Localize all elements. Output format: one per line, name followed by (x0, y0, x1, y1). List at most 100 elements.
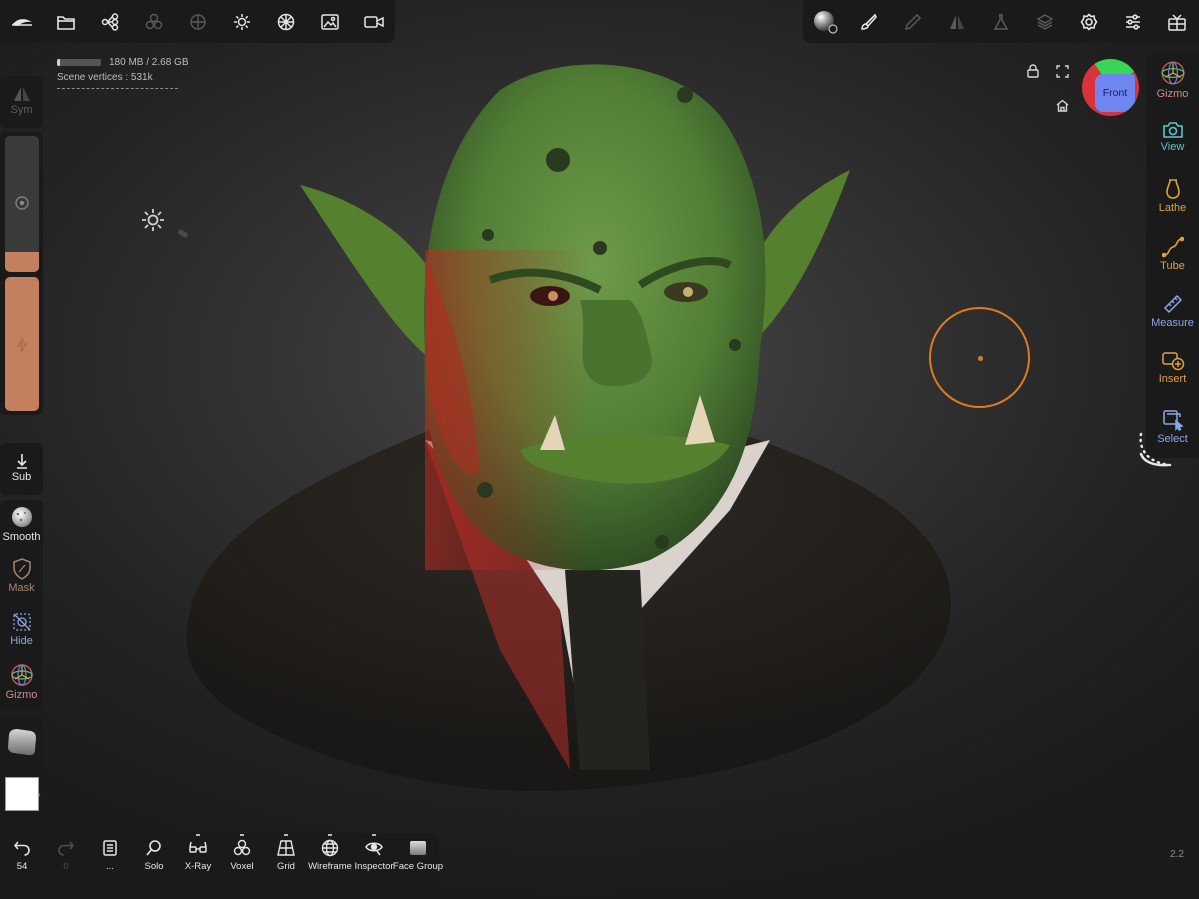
grid-label: Grid (277, 861, 295, 872)
memory-usage-bar (57, 58, 101, 66)
lathe-button[interactable]: Lathe (1146, 178, 1199, 214)
hide-label: Hide (10, 635, 33, 647)
history-button[interactable]: ... (88, 839, 132, 872)
solo-button[interactable]: Solo (132, 839, 176, 872)
navcube-front-face[interactable]: Front (1095, 74, 1135, 112)
ruler-icon (1163, 294, 1182, 314)
bottom-toolbar: 54 0 ... Solo X-Ray Voxel Grid Wireframe… (0, 833, 443, 899)
fullscreen-icon[interactable] (1053, 62, 1071, 80)
radius-slider[interactable] (5, 136, 39, 272)
panel-resize-handle-icon[interactable] (1136, 432, 1174, 470)
insert-label: Insert (1158, 373, 1187, 385)
memory-info: 180 MB / 2.68 GB Scene vertices : 531k (57, 55, 189, 89)
redo-icon (58, 841, 75, 856)
material-sphere-icon[interactable] (803, 0, 847, 43)
history-book-icon (103, 840, 117, 856)
view-label: View (1160, 141, 1185, 153)
symmetry-panel: Sym (0, 76, 43, 128)
background-image-icon[interactable] (308, 0, 352, 43)
color-expand-arrow-icon[interactable]: › (38, 790, 41, 799)
brush-slider-panel (0, 132, 43, 415)
voxel-button[interactable]: Voxel (220, 839, 264, 872)
wireframe-option-tick (328, 834, 332, 836)
select-box-icon (1162, 410, 1184, 431)
sub-panel: Sub (0, 443, 43, 495)
sym-button[interactable]: Sym (0, 86, 43, 116)
tube-label: Tube (1160, 260, 1185, 272)
lock-icon[interactable] (1024, 62, 1042, 80)
nomad-logo-icon[interactable] (0, 0, 44, 43)
light-icon[interactable] (220, 0, 264, 43)
light-sun-icon[interactable] (140, 207, 166, 233)
scene-graph-icon[interactable] (88, 0, 132, 43)
face-group-button[interactable]: Face Group (393, 839, 443, 872)
flask-icon[interactable] (979, 0, 1023, 43)
gizmo-tool-button[interactable]: Gizmo (0, 663, 43, 701)
xray-button[interactable]: X-Ray (176, 839, 220, 872)
sub-arrow-down-icon (16, 454, 27, 469)
solo-label: Solo (144, 861, 164, 872)
color-swatch[interactable] (5, 777, 39, 811)
wireframe-button[interactable]: Wireframe (308, 839, 352, 872)
radius-icon (15, 196, 29, 210)
grid-option-tick (284, 834, 288, 836)
matcap-preview-icon[interactable] (5, 725, 39, 759)
insert-shape-icon (1161, 352, 1184, 371)
top-right-toolbar (803, 0, 1199, 43)
tube-button[interactable]: Tube (1146, 236, 1199, 272)
smooth-tool-button[interactable]: Smooth (0, 505, 43, 543)
smooth-label: Smooth (2, 531, 41, 543)
radius-slider-fill (5, 251, 39, 272)
shape-icon[interactable] (132, 0, 176, 43)
gizmo-right-button[interactable]: Gizmo (1146, 60, 1199, 100)
mask-label: Mask (8, 582, 35, 594)
intensity-slider[interactable] (5, 277, 39, 411)
smooth-icon (11, 507, 32, 527)
orc-bust-model[interactable] (170, 50, 970, 795)
undo-count: 54 (16, 861, 28, 872)
undo-button[interactable]: 54 (0, 839, 44, 872)
camera-icon (1162, 122, 1183, 138)
measure-button[interactable]: Measure (1146, 293, 1199, 329)
material-icon[interactable] (176, 0, 220, 43)
shading-icon[interactable] (264, 0, 308, 43)
info-divider (57, 88, 178, 89)
redo-count: 0 (63, 861, 69, 872)
view-navigation-cube[interactable]: Front (1082, 59, 1139, 116)
inspector-eye-icon (365, 842, 383, 856)
view-button[interactable]: View (1146, 121, 1199, 153)
folder-open-icon[interactable] (44, 0, 88, 43)
lathe-label: Lathe (1158, 202, 1187, 214)
sub-button[interactable]: Sub (0, 453, 43, 483)
xray-option-tick (196, 834, 200, 836)
grid-icon (277, 840, 295, 856)
home-icon[interactable] (1053, 96, 1071, 114)
left-tools-panel: Smooth Mask Hide Gizmo (0, 500, 43, 710)
wireframe-label: Wireframe (308, 861, 352, 872)
layers-icon[interactable] (1023, 0, 1067, 43)
xray-label: X-Ray (184, 861, 212, 872)
grid-button[interactable]: Grid (264, 839, 308, 872)
hide-tool-button[interactable]: Hide (0, 611, 43, 647)
intensity-icon (16, 337, 28, 353)
paint-brush-icon[interactable] (847, 0, 891, 43)
wireframe-sphere-icon (321, 839, 339, 857)
history-label: ... (106, 861, 114, 872)
insert-button[interactable]: Insert (1146, 351, 1199, 385)
voxel-option-tick (240, 834, 244, 836)
redo-button[interactable]: 0 (44, 839, 88, 872)
symmetry-icon[interactable] (935, 0, 979, 43)
mask-tool-button[interactable]: Mask (0, 558, 43, 594)
scene-vertices-text: Scene vertices : 531k (57, 72, 153, 83)
pen-icon[interactable] (891, 0, 935, 43)
settings-gear-icon[interactable] (1067, 0, 1111, 43)
brush-cursor-center (978, 356, 983, 361)
symmetry-icon (13, 87, 30, 101)
memory-usage-text: 180 MB / 2.68 GB (109, 57, 189, 68)
sliders-icon[interactable] (1111, 0, 1155, 43)
voxel-label: Voxel (230, 861, 254, 872)
ui-layout-icon[interactable] (1155, 0, 1199, 43)
face-group-icon (410, 841, 426, 855)
inspector-button[interactable]: Inspector (352, 839, 396, 872)
video-camera-icon[interactable] (352, 0, 396, 43)
